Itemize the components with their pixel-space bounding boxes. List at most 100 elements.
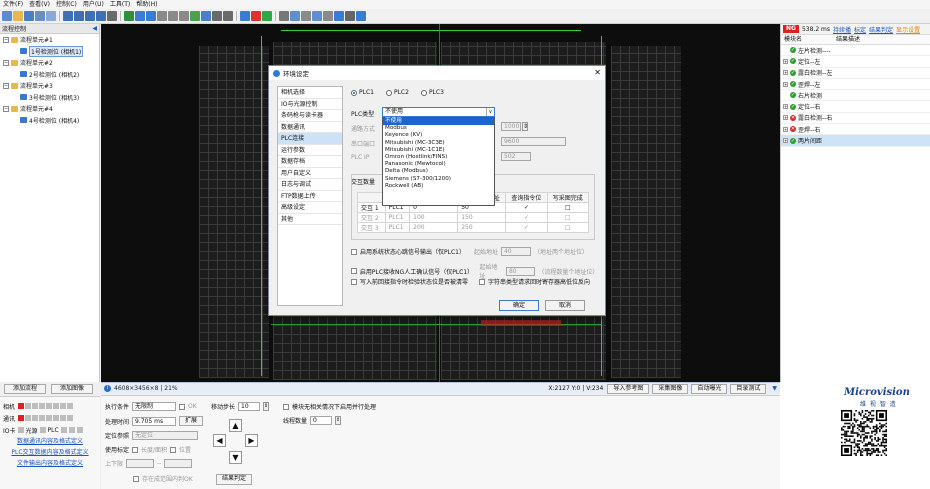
image-icon[interactable]	[46, 11, 56, 21]
info-icon[interactable]	[356, 11, 366, 21]
arrow-down-icon[interactable]: ▼	[229, 451, 242, 464]
dropdown-option[interactable]: Keyence (KV)	[383, 132, 494, 139]
lower-limit-field[interactable]	[126, 459, 155, 468]
dropdown-option[interactable]: Modbus	[383, 125, 494, 132]
tree-flow-1[interactable]: − 流程单元#1	[0, 34, 99, 46]
result-row[interactable]: ✓ 右片检测	[781, 90, 930, 102]
result-row[interactable]: + ✓ 两片间距	[781, 135, 930, 147]
table-cell-write[interactable]: □	[546, 222, 589, 233]
table-cell-query[interactable]: ✓	[505, 202, 548, 213]
add-image-button[interactable]: 添加图像	[51, 384, 93, 394]
nav-item[interactable]: 数据存档	[278, 156, 342, 168]
nav-item[interactable]: 高级设定	[278, 202, 342, 214]
menu-view[interactable]: 查看(V)	[29, 0, 50, 9]
tree-flow-4[interactable]: − 流程单元#4	[0, 103, 99, 115]
result-judge-link[interactable]: 结果判定	[869, 25, 893, 34]
result-row[interactable]: + ✓ 定位--左	[781, 56, 930, 68]
stop-icon[interactable]	[146, 11, 156, 21]
exec-cond-select[interactable]: 无限制	[132, 402, 177, 411]
expand-icon[interactable]: +	[783, 104, 788, 110]
result-row[interactable]: ✓ 左片检测----	[781, 45, 930, 57]
tree-station-1[interactable]: 1号检测位 (相机1)	[0, 45, 99, 58]
menu-file[interactable]: 文件(F)	[3, 0, 23, 9]
dropdown-option[interactable]: Rockwell (AB)	[383, 183, 494, 190]
parallel-checkbox[interactable]	[283, 403, 289, 410]
cloud-icon[interactable]	[290, 11, 300, 21]
nav-item[interactable]: 日志与调试	[278, 179, 342, 191]
new-icon[interactable]	[2, 11, 12, 21]
palette-icon[interactable]	[190, 11, 200, 21]
arrow-right-icon[interactable]: ▶	[245, 434, 258, 447]
expand-icon[interactable]: +	[783, 81, 788, 87]
tree-station-3[interactable]: 3号检测位 (相机3)	[0, 92, 99, 104]
string-reverse-checkbox[interactable]	[479, 278, 486, 285]
dropdown-option[interactable]: Delta (Modbus)	[383, 168, 494, 175]
ng-confirm-addr-field[interactable]: 80	[505, 266, 536, 276]
dropdown-option[interactable]: Mitsubishi (MC-1C1E)	[383, 147, 494, 154]
expand-icon[interactable]: +	[783, 126, 788, 132]
position-checkbox[interactable]	[170, 446, 177, 453]
menu-tools[interactable]: 工具(T)	[110, 0, 130, 9]
collapse-icon[interactable]: ◀	[92, 25, 97, 32]
in-range-ok-checkbox[interactable]	[133, 475, 139, 482]
add-icon[interactable]	[262, 11, 272, 21]
tool-icon[interactable]	[212, 11, 222, 21]
expand-button[interactable]: 扩展	[179, 416, 204, 426]
baud-select[interactable]: 9600	[501, 137, 566, 146]
table-cell-query[interactable]: ✓	[505, 222, 548, 233]
grid-icon[interactable]	[157, 11, 167, 21]
calib-link[interactable]: 标定	[854, 25, 866, 34]
upper-limit-field[interactable]	[164, 459, 193, 468]
tree-flow-3[interactable]: − 流程单元#3	[0, 80, 99, 92]
collapse-toggle-icon[interactable]: −	[3, 82, 9, 89]
arrow-left-icon[interactable]: ◀	[213, 434, 226, 447]
plc-type-select[interactable]: 不使用 ∨	[382, 107, 495, 117]
continuous-link[interactable]: 持续播	[833, 25, 851, 34]
nav-item[interactable]: 条码枪与读卡器	[278, 110, 342, 122]
spin-icon[interactable]: ⇕	[522, 122, 528, 131]
run-icon[interactable]	[124, 11, 134, 21]
table-row[interactable]: 交互 2 PLC1 100 150 ✓ □	[357, 212, 589, 223]
crosshair-icon[interactable]	[107, 11, 117, 21]
menu-user[interactable]: 用户(U)	[83, 0, 104, 9]
move-step-field[interactable]: 10	[238, 402, 261, 411]
add-flow-button[interactable]: 添加流程	[4, 384, 46, 394]
rate-field[interactable]: 1000	[501, 122, 521, 131]
thread-count-field[interactable]: 0	[310, 416, 333, 425]
nav-item[interactable]: 相机选择	[278, 87, 342, 99]
ok-button[interactable]: 确定	[499, 300, 539, 311]
save-icon[interactable]	[24, 11, 34, 21]
ng-confirm-checkbox[interactable]	[351, 268, 357, 274]
result-row[interactable]: + ✓ 歪焊--左	[781, 79, 930, 91]
zoom-in-icon[interactable]	[63, 11, 73, 21]
plc2-radio[interactable]: PLC2	[385, 89, 409, 96]
nav-item[interactable]: 运行参数	[278, 145, 342, 156]
target-icon[interactable]	[201, 11, 211, 21]
open-icon[interactable]	[13, 11, 23, 21]
zoom-fit-icon[interactable]	[85, 11, 95, 21]
result-row[interactable]: + ✓ 露白检测--左	[781, 68, 930, 79]
users-icon[interactable]	[323, 11, 333, 21]
table-cell-query[interactable]: ✓	[505, 212, 548, 223]
region-icon[interactable]	[168, 11, 178, 21]
collapse-toggle-icon[interactable]: −	[3, 36, 9, 43]
database-icon[interactable]	[334, 11, 344, 21]
cancel-button[interactable]: 取消	[545, 300, 585, 311]
menu-help[interactable]: 帮助(H)	[136, 0, 157, 9]
data-comm-format-link[interactable]: 数据通讯内容及格式定义	[3, 436, 97, 447]
arrow-up-icon[interactable]: ▲	[229, 419, 242, 432]
plc1-radio[interactable]: PLC1	[351, 89, 374, 96]
ok-checkbox[interactable]	[179, 403, 186, 410]
import-reference-button[interactable]: 导入参考图	[607, 383, 650, 394]
print-icon[interactable]	[279, 11, 289, 21]
nav-item[interactable]: 其他	[278, 214, 342, 225]
heartbeat-checkbox[interactable]	[351, 248, 357, 255]
result-row[interactable]: + ✕ 露白检测--右	[781, 113, 930, 125]
directory-test-button[interactable]: 目录测试	[730, 383, 767, 394]
nav-item[interactable]: 用户自定义	[278, 168, 342, 179]
port-field[interactable]: 502	[501, 152, 531, 161]
nav-item[interactable]: PLC连接	[278, 133, 342, 145]
table-row[interactable]: 交互 3 PLC1 200 250 ✓ □	[357, 222, 589, 233]
chevron-down-icon[interactable]: ▼	[769, 385, 780, 392]
dropdown-option[interactable]: Siemens (S7-300/1200)	[383, 176, 494, 183]
